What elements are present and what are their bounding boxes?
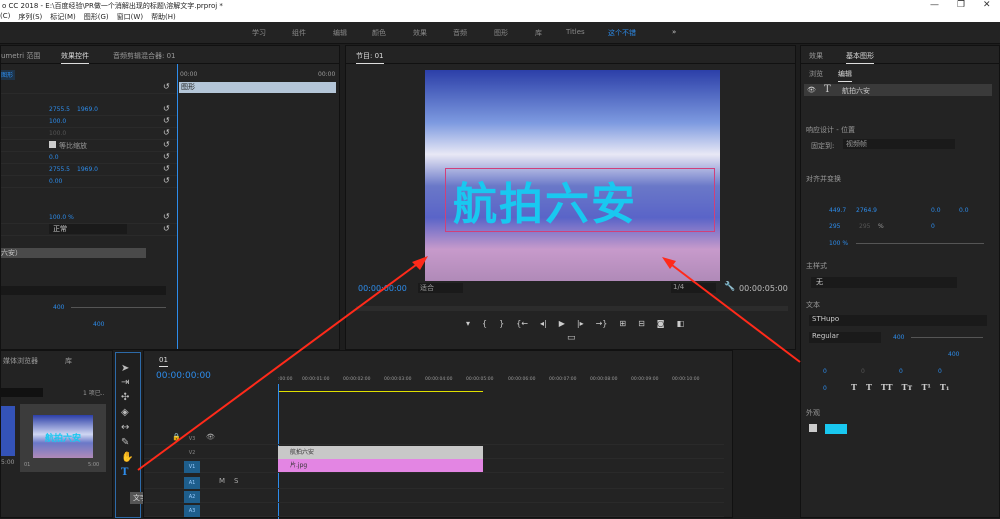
- annotation-arrows: [137, 256, 801, 471]
- arrowhead: [412, 256, 428, 270]
- arrow-from-panel: [667, 261, 801, 363]
- arrow-to-title: [137, 261, 421, 471]
